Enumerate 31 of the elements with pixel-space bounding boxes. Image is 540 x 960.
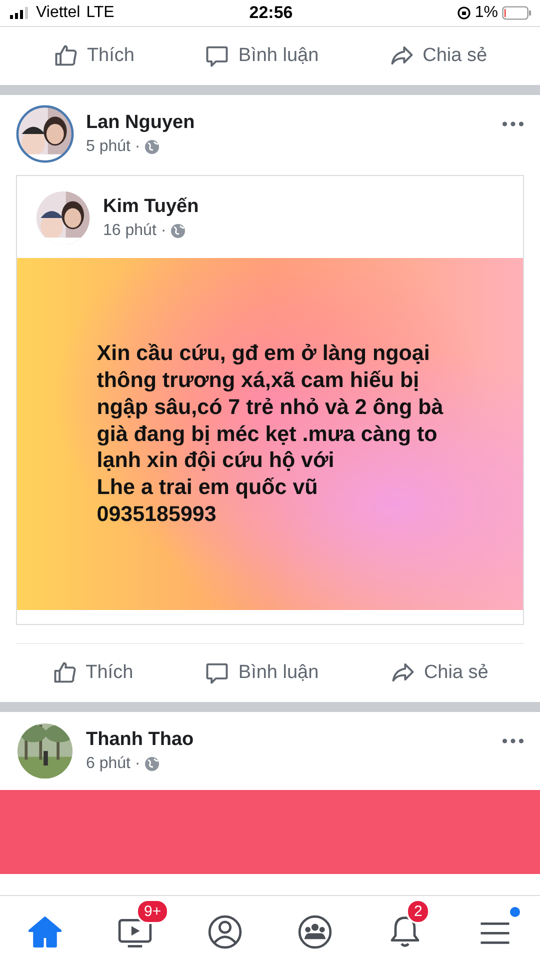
like-button[interactable]: Thích <box>46 656 140 690</box>
battery-icon <box>502 6 532 20</box>
post-time: 16 phút · <box>103 222 166 240</box>
post-time: 6 phút · <box>86 755 140 773</box>
like-button[interactable]: Thích <box>46 39 140 73</box>
globe-icon <box>144 139 160 155</box>
video-tab[interactable]: 9+ <box>102 901 168 955</box>
author-name[interactable]: Kim Tuyến <box>103 196 507 218</box>
comment-button[interactable]: Bình luận <box>198 656 325 690</box>
notification-count: 9+ <box>136 899 170 924</box>
carrier-name: Viettel <box>36 4 80 22</box>
profile-icon <box>206 913 244 951</box>
share-button[interactable]: Chia sẻ <box>382 39 494 73</box>
share-button[interactable]: Chia sẻ <box>384 656 494 690</box>
globe-icon <box>144 756 160 772</box>
comment-button[interactable]: Bình luận <box>198 39 325 73</box>
post-text: Xin cầu cứu, gđ em ở làng ngoại thông trương xá,xã cam hiếu bị ngập sâu,có 7 trẻ nhỏ và 2 ông bà già đang bị méc kẹt .mưa càng to lạnh xin đội cứu hộ với Lhe a trai em quốc vũ 0935185993 <box>96 340 444 528</box>
rotation-lock-icon <box>456 6 471 20</box>
more-icon[interactable] <box>502 121 524 127</box>
more-icon[interactable] <box>502 738 524 744</box>
notifications-tab[interactable]: 2 <box>372 901 438 955</box>
post-time: 5 phút · <box>86 138 140 156</box>
groups-icon <box>296 913 334 951</box>
clock-time: 22:56 <box>249 3 293 23</box>
globe-icon <box>170 223 186 239</box>
signal-icon <box>10 7 30 19</box>
notification-count: 2 <box>406 899 430 924</box>
author-name[interactable]: Lan Nguyen <box>86 112 490 134</box>
battery-percent: 1% <box>474 4 498 22</box>
author-name[interactable]: Thanh Thao <box>86 729 490 751</box>
network-type: LTE <box>86 4 114 22</box>
